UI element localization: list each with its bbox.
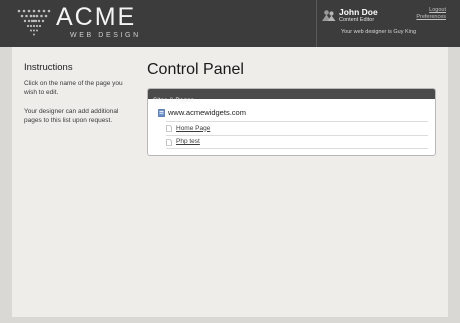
list-item[interactable]: Home Page [166, 121, 428, 135]
instructions-title: Instructions [24, 62, 73, 73]
instructions-paragraph: Your designer can add additional pages t… [24, 108, 119, 124]
page-title: Control Panel [147, 61, 244, 78]
designer-note: Your web designer is Guy King [341, 29, 417, 35]
user-role: Content Editor [339, 17, 375, 23]
page-link-php-test[interactable]: Php test [176, 138, 200, 146]
logo-icon [17, 9, 51, 36]
brand-title: ACME [56, 3, 137, 31]
users-icon [322, 10, 336, 21]
page-icon [166, 125, 172, 132]
panel-header: Sites & Pages [148, 89, 435, 104]
logout-link[interactable]: Logout [416, 7, 446, 14]
header-bar: ACME WEB DESIGN John Doe Content Editor … [0, 0, 460, 47]
page-content: Instructions Click on the name of the pa… [12, 47, 448, 317]
list-item[interactable]: Php test [166, 135, 428, 149]
top-links: Logout Preferences [416, 7, 446, 21]
page-icon [166, 138, 172, 146]
panel-header-label: Sites & Pages [153, 97, 194, 104]
page-link-home[interactable]: Home Page [176, 125, 210, 133]
user-name: John Doe [339, 7, 378, 17]
site-name[interactable]: www.acmewidgets.com [168, 108, 246, 117]
site-row[interactable]: www.acmewidgets.com [158, 108, 246, 117]
brand-subtitle: WEB DESIGN [70, 32, 141, 39]
site-document-icon [158, 108, 165, 117]
user-area: John Doe Content Editor Logout Preferenc… [316, 0, 460, 47]
preferences-link[interactable]: Preferences [416, 14, 446, 21]
instructions-paragraph: Click on the name of the page you wish t… [24, 80, 123, 96]
sites-pages-panel: Sites & Pages www.acmewidgets.com Home P… [147, 88, 436, 156]
